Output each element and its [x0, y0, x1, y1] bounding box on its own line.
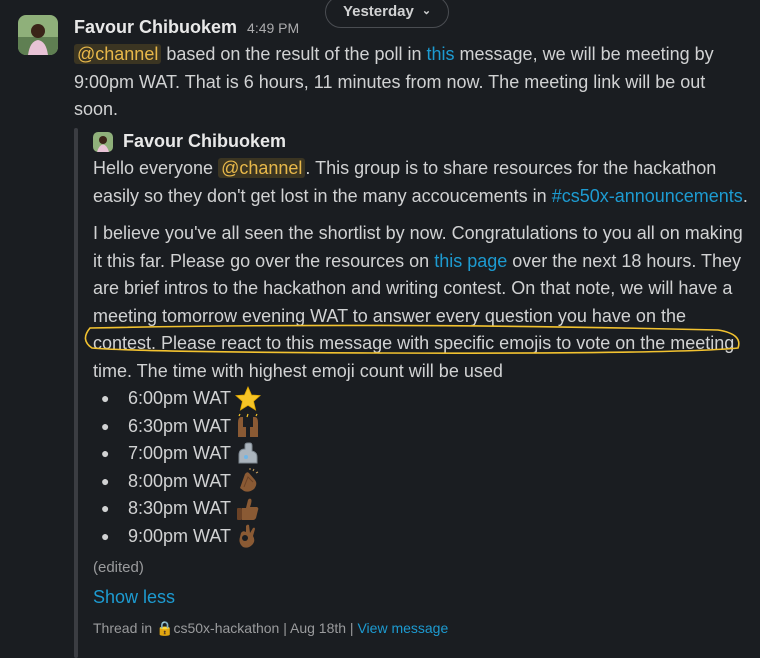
quoted-text: . [742, 185, 748, 206]
list-item: ● 8:00pm WAT [93, 468, 753, 496]
date-divider-label: Yesterday [342, 3, 414, 21]
timestamp[interactable]: 4:49 PM [247, 15, 299, 43]
raised-hands-emoji-icon[interactable] [235, 413, 261, 439]
footer-text: Thread in [93, 620, 157, 636]
channel-mention[interactable]: @channel [218, 158, 306, 178]
quoted-paragraph-1: Hello everyone @channel. This group is t… [93, 155, 753, 210]
option-time: 9:00pm WAT [128, 525, 232, 546]
list-item: ● 9:00pm WAT [93, 523, 753, 551]
option-time: 7:00pm WAT [128, 443, 232, 463]
chevron-down-icon: ⌄ [421, 5, 432, 18]
quoted-paragraph-2: I believe you've all seen the shortlist … [93, 220, 753, 385]
star-emoji-icon[interactable] [235, 385, 262, 412]
bullet: ● [101, 445, 110, 461]
thumbs-up-emoji-icon[interactable] [235, 496, 261, 522]
quoted-author[interactable]: Favour Chibuokem [123, 128, 286, 156]
edited-label: (edited) [93, 559, 144, 576]
footer-separator: | [346, 620, 358, 636]
option-time: 8:30pm WAT [128, 498, 232, 518]
poll-options: ● 6:00pm WAT ● 6:30pm WAT ● 7:00pm WAT ●… [93, 385, 753, 550]
message-link[interactable]: this [427, 44, 455, 64]
list-item: ● 6:00pm WAT [93, 385, 753, 413]
view-message-link[interactable]: View message [357, 620, 448, 636]
list-item: ● 7:00pm WAT [93, 440, 753, 468]
option-time: 8:00pm WAT [128, 470, 232, 491]
author-name[interactable]: Favour Chibuokem [74, 14, 237, 42]
list-item: ● 6:30pm WAT [93, 413, 753, 441]
bullet: ● [101, 472, 110, 489]
clapping-hands-emoji-icon[interactable] [235, 468, 261, 494]
footer-separator: | [279, 620, 290, 636]
lock-icon: 🔒 [156, 620, 174, 636]
list-item: ● 8:30pm WAT [93, 495, 753, 523]
message-body: @channel based on the result of the poll… [74, 41, 744, 124]
date-divider-pill[interactable]: Yesterday ⌄ [325, 0, 449, 28]
shared-message: Favour Chibuokem Hello everyone @channel… [93, 128, 753, 643]
channel-link[interactable]: #cs50x-announcements [552, 186, 743, 206]
mechanical-arm-emoji-icon[interactable] [235, 441, 261, 467]
footer-channel[interactable]: cs50x-hackathon [173, 620, 279, 636]
footer-date[interactable]: Aug 18th [290, 620, 346, 636]
channel-mention[interactable]: @channel [74, 44, 162, 64]
bullet: ● [101, 500, 110, 516]
bullet: ● [101, 527, 110, 544]
quoted-avatar[interactable] [93, 131, 113, 152]
ok-hand-emoji-icon[interactable] [235, 523, 261, 549]
quote-bar [74, 128, 78, 658]
page-link[interactable]: this page [434, 251, 507, 271]
message-footer: Thread in 🔒cs50x-hackathon | Aug 18th | … [93, 615, 753, 643]
option-time: 6:30pm WAT [128, 415, 232, 436]
bullet: ● [101, 417, 110, 434]
avatar[interactable] [18, 15, 58, 55]
quoted-text: Hello everyone [93, 158, 219, 178]
message-text: based on the result of the poll in [161, 44, 427, 64]
bullet: ● [101, 390, 110, 406]
message-header: Favour Chibuokem 4:49 PM [74, 14, 299, 43]
show-less-button[interactable]: Show less [93, 584, 753, 612]
option-time: 6:00pm WAT [128, 388, 232, 408]
